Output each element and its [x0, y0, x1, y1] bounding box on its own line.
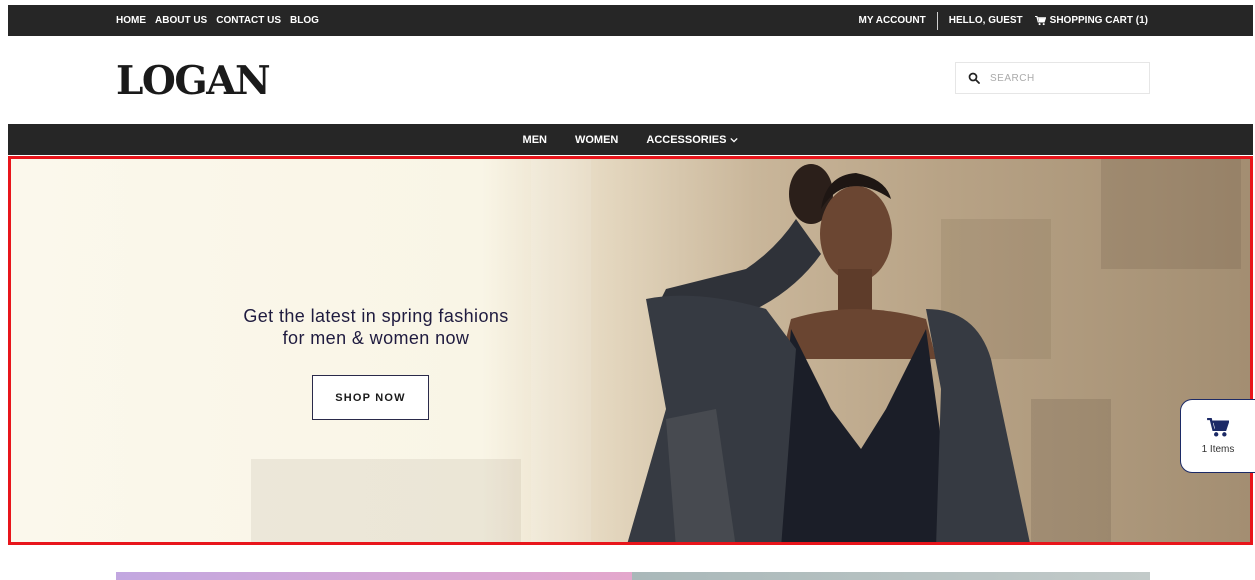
nav-item-label: MEN: [522, 133, 547, 146]
nav-item-label: ACCESSORIES: [646, 133, 727, 146]
top-link-contact[interactable]: CONTACT US: [216, 15, 281, 26]
top-utility-bar: HOME ABOUT US CONTACT US BLOG MY ACCOUNT…: [8, 5, 1253, 36]
floating-cart-widget[interactable]: 1 Items: [1180, 399, 1255, 473]
hero-model-image: [627, 164, 1030, 542]
top-links: HOME ABOUT US CONTACT US BLOG: [116, 5, 328, 36]
top-link-about[interactable]: ABOUT US: [155, 15, 207, 26]
nav-item-men[interactable]: MEN: [523, 134, 547, 146]
search-icon[interactable]: [968, 72, 980, 84]
cart-item-count: 1 Items: [1201, 443, 1235, 455]
background-building: [1101, 159, 1241, 269]
nav-item-accessories[interactable]: ACCESSORIES: [646, 133, 739, 146]
search-box[interactable]: [955, 62, 1150, 94]
site-logo[interactable]: LOGAN: [116, 58, 271, 104]
shopping-cart-link[interactable]: SHOPPING CART (1): [1034, 15, 1148, 26]
top-link-home[interactable]: HOME: [116, 15, 146, 26]
background-building: [531, 159, 591, 542]
account-links: MY ACCOUNT HELLO, GUEST SHOPPING CART (1…: [859, 5, 1148, 36]
greeting-text: HELLO, GUEST: [948, 15, 1023, 26]
hero-headline-line-1: Get the latest in spring fashions: [243, 306, 509, 326]
my-account-link[interactable]: MY ACCOUNT: [859, 15, 926, 26]
divider: [936, 11, 938, 30]
nav-item-women[interactable]: WOMEN: [575, 134, 618, 146]
cart-icon: [1207, 417, 1229, 437]
promo-banner-women[interactable]: [116, 572, 632, 580]
hero-banner: Get the latest in spring fashions for me…: [8, 156, 1253, 545]
nav-item-label: WOMEN: [574, 133, 619, 146]
chevron-down-icon: [730, 137, 739, 143]
main-nav: MEN WOMEN ACCESSORIES: [8, 124, 1253, 155]
shopping-cart-label: SHOPPING CART (1): [1049, 15, 1148, 26]
background-building: [251, 459, 521, 542]
top-link-blog[interactable]: BLOG: [290, 15, 319, 26]
hero-headline-line-2: for men & women now: [282, 328, 470, 348]
search-input[interactable]: [990, 72, 1130, 84]
shop-now-button[interactable]: SHOP NOW: [312, 375, 429, 420]
hero-headline: Get the latest in spring fashions for me…: [176, 305, 576, 349]
promo-banner-men[interactable]: [632, 572, 1150, 580]
cart-icon: [1034, 15, 1046, 25]
